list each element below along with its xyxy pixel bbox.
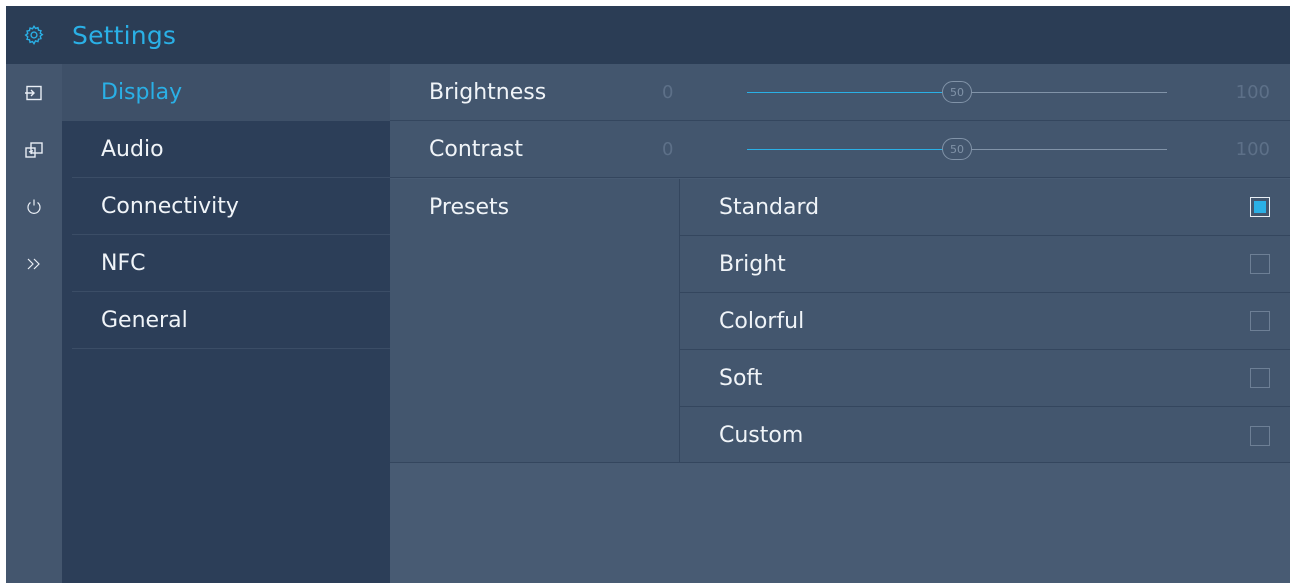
contrast-label: Contrast (429, 136, 524, 162)
more-icon[interactable] (6, 235, 62, 292)
category-list: Display Audio Connectivity NFC General (62, 64, 390, 583)
preset-label: Custom (719, 423, 804, 448)
category-item-audio[interactable]: Audio (72, 121, 390, 178)
settings-window: Settings Display Audio Connectivity NFC … (6, 6, 1290, 583)
preset-label: Bright (719, 251, 786, 277)
preset-checkbox[interactable] (1250, 425, 1270, 446)
display-settings-panel: Brightness 0 50 100 Contrast 0 50 100 Pr… (390, 64, 1290, 583)
contrast-row: Contrast 0 50 100 (390, 121, 1290, 178)
preset-label: Colorful (719, 308, 805, 334)
category-label: Connectivity (101, 193, 239, 219)
preset-option-soft[interactable]: Soft (680, 350, 1290, 407)
brightness-min: 0 (662, 81, 674, 103)
presets-section: Presets Standard Bright Colorful Soft Cu… (390, 179, 1290, 463)
presets-label: Presets (429, 195, 510, 220)
preset-option-standard[interactable]: Standard (680, 179, 1290, 236)
slider-knob[interactable]: 50 (942, 81, 972, 103)
screen-icon[interactable] (6, 121, 62, 178)
category-item-display[interactable]: Display (62, 64, 390, 121)
brightness-label: Brightness (429, 79, 547, 105)
preset-checkbox[interactable] (1250, 197, 1270, 217)
category-item-connectivity[interactable]: Connectivity (72, 178, 390, 235)
category-label: General (101, 307, 188, 333)
gear-icon (6, 6, 62, 64)
preset-checkbox[interactable] (1250, 311, 1270, 331)
preset-label: Standard (719, 194, 820, 220)
category-item-nfc[interactable]: NFC (72, 235, 390, 292)
contrast-max: 100 (1235, 138, 1270, 160)
brightness-row: Brightness 0 50 100 (390, 64, 1290, 121)
slider-fill (747, 92, 957, 93)
category-label: NFC (101, 250, 146, 276)
preset-option-colorful[interactable]: Colorful (680, 293, 1290, 350)
slider-knob[interactable]: 50 (942, 138, 972, 160)
preset-checkbox[interactable] (1250, 254, 1270, 274)
preset-option-bright[interactable]: Bright (680, 236, 1290, 293)
category-label: Display (101, 80, 183, 105)
brightness-max: 100 (1235, 81, 1270, 103)
presets-list: Standard Bright Colorful Soft Custom (679, 179, 1290, 462)
contrast-min: 0 (662, 138, 674, 160)
category-label: Audio (101, 136, 164, 162)
slider-fill (747, 149, 957, 150)
preset-checkbox[interactable] (1250, 368, 1270, 388)
title-bar: Settings (6, 6, 1290, 64)
input-icon[interactable] (6, 64, 62, 121)
category-item-general[interactable]: General (72, 292, 390, 349)
preset-option-custom[interactable]: Custom (680, 407, 1290, 464)
brightness-slider[interactable]: 50 (747, 81, 1167, 103)
preset-label: Soft (719, 365, 763, 391)
contrast-slider[interactable]: 50 (747, 138, 1167, 160)
app-title: Settings (72, 20, 177, 50)
icon-rail (6, 64, 62, 583)
power-icon[interactable] (6, 178, 62, 235)
